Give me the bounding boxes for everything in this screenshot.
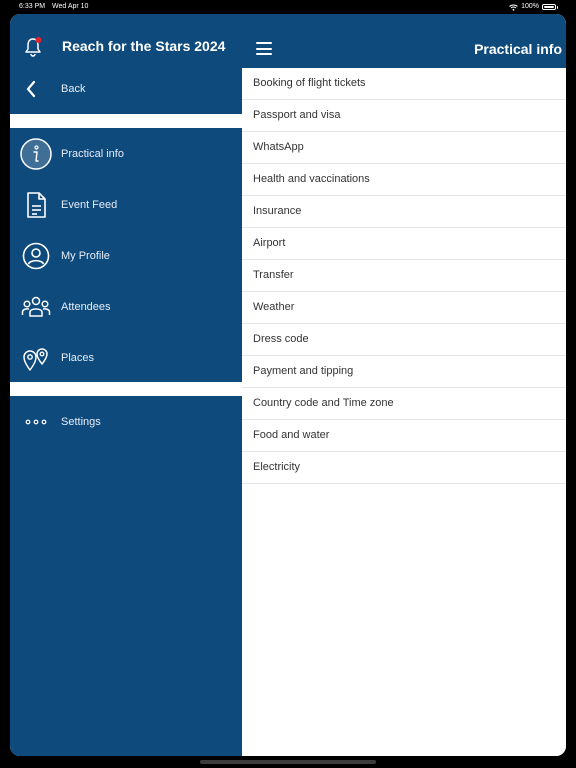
profile-icon	[20, 240, 52, 272]
hamburger-line	[256, 47, 272, 50]
list-item[interactable]: Country code and Time zone	[242, 388, 566, 420]
practical-info-list: Booking of flight tickets Passport and v…	[242, 68, 566, 484]
status-bar: 6:33 PM Wed Apr 10 100%	[0, 0, 576, 14]
list-item[interactable]: Health and vaccinations	[242, 164, 566, 196]
list-item[interactable]: Insurance	[242, 196, 566, 228]
list-item[interactable]: Transfer	[242, 260, 566, 292]
sidebar-header: Reach for the Stars 2024	[10, 14, 242, 80]
list-item[interactable]: WhatsApp	[242, 132, 566, 164]
sidebar-item-places[interactable]: Places	[10, 335, 242, 381]
notification-bell-button[interactable]	[23, 36, 43, 58]
sidebar-item-label: Places	[61, 352, 95, 364]
sidebar-item-label: Settings	[61, 416, 101, 428]
separator	[10, 114, 242, 128]
home-indicator[interactable]	[200, 760, 376, 764]
app-window: Reach for the Stars 2024 Back Practical …	[10, 14, 566, 756]
sidebar-item-practical-info[interactable]: Practical info	[10, 131, 242, 177]
hamburger-line	[256, 53, 272, 55]
page-title: Practical info	[474, 41, 562, 57]
separator	[10, 382, 242, 396]
wifi-icon	[509, 4, 518, 11]
chevron-left-icon	[26, 80, 36, 98]
battery-percent: 100%	[521, 3, 539, 10]
list-item[interactable]: Dress code	[242, 324, 566, 356]
document-icon	[20, 189, 52, 221]
bell-icon	[25, 37, 42, 57]
list-item[interactable]: Payment and tipping	[242, 356, 566, 388]
battery-icon	[542, 4, 558, 10]
list-item[interactable]: Airport	[242, 228, 566, 260]
list-item[interactable]: Electricity	[242, 452, 566, 484]
event-title: Reach for the Stars 2024	[62, 38, 226, 54]
list-item[interactable]: Booking of flight tickets	[242, 68, 566, 100]
hamburger-line	[256, 42, 272, 44]
status-time: 6:33 PM	[19, 3, 46, 10]
status-date: Wed Apr 10	[52, 3, 89, 10]
main-panel: Practical info Booking of flight tickets…	[242, 14, 566, 756]
list-item[interactable]: Food and water	[242, 420, 566, 452]
sidebar-item-label: My Profile	[61, 250, 110, 262]
sidebar-item-event-feed[interactable]: Event Feed	[10, 182, 242, 228]
status-right: 100%	[509, 0, 558, 14]
list-item[interactable]: Weather	[242, 292, 566, 324]
list-item[interactable]: Passport and visa	[242, 100, 566, 132]
people-icon	[20, 291, 52, 323]
map-pin-icon	[20, 342, 52, 374]
info-icon	[20, 138, 52, 170]
sidebar-item-label: Attendees	[61, 301, 111, 313]
back-button[interactable]: Back	[10, 74, 242, 104]
sidebar-item-label: Practical info	[61, 148, 124, 160]
main-header: Practical info	[242, 14, 566, 68]
sidebar-item-settings[interactable]: Settings	[10, 399, 242, 445]
sidebar-item-label: Event Feed	[61, 199, 118, 211]
more-dots-icon	[20, 406, 52, 438]
back-label: Back	[61, 83, 86, 95]
sidebar-item-my-profile[interactable]: My Profile	[10, 233, 242, 279]
menu-button[interactable]	[256, 42, 272, 55]
sidebar: Reach for the Stars 2024 Back Practical …	[10, 14, 242, 756]
sidebar-item-attendees[interactable]: Attendees	[10, 284, 242, 330]
